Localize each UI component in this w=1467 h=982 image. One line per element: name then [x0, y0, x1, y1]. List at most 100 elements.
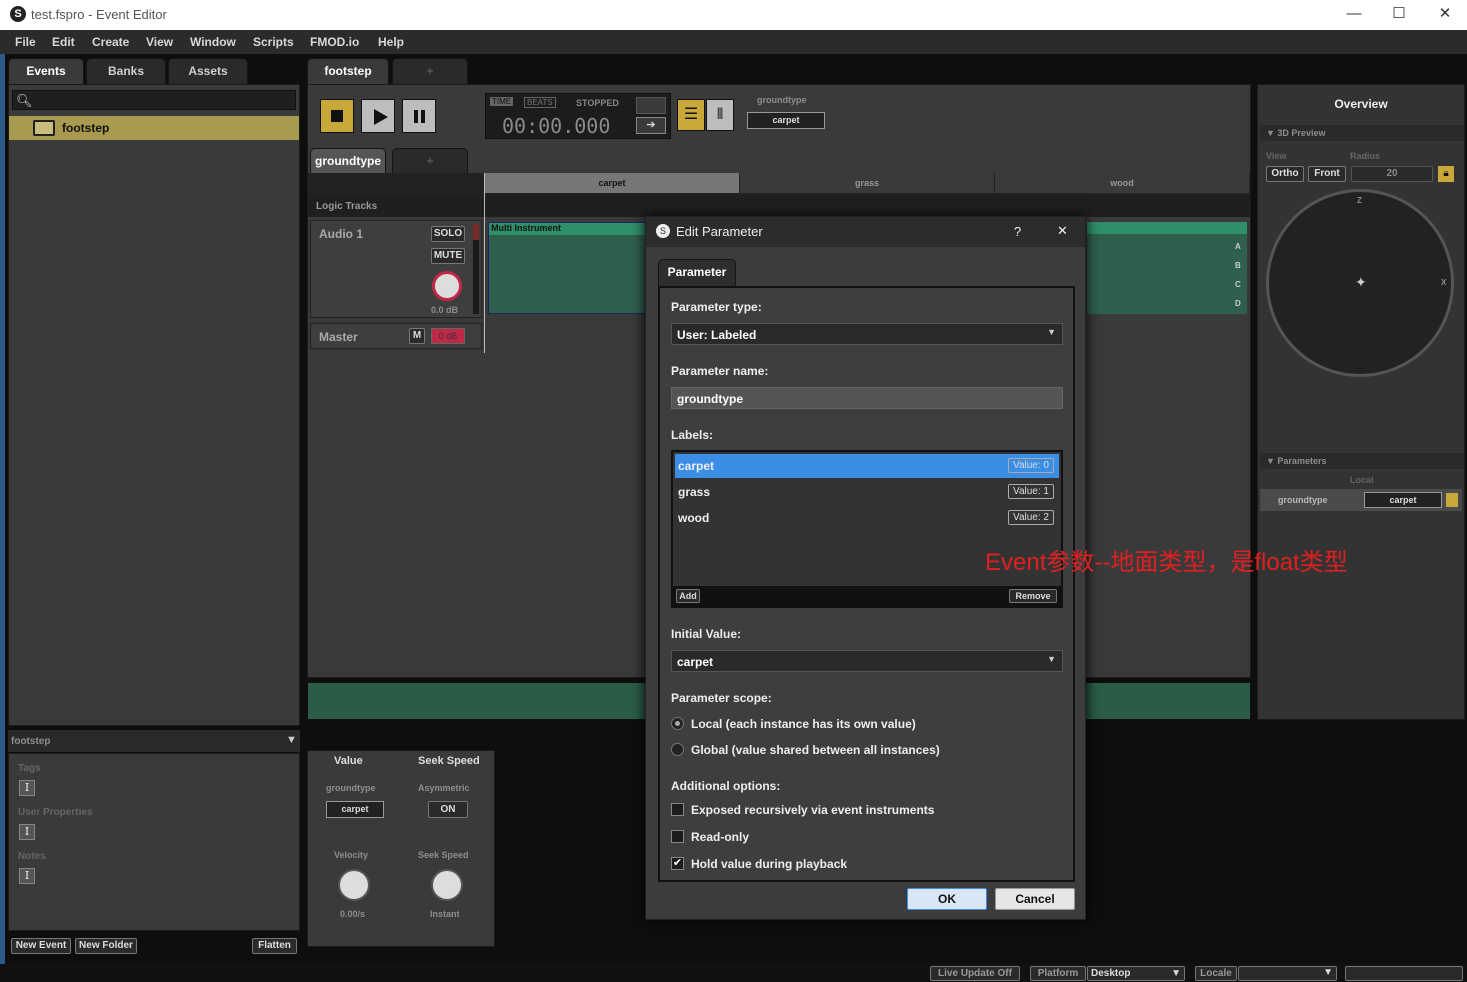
menu-window[interactable]: Window: [190, 35, 236, 49]
master-volume[interactable]: 0 dB: [431, 328, 465, 344]
front-button[interactable]: Front: [1308, 166, 1346, 182]
collapse-icon[interactable]: ▼: [286, 734, 297, 746]
tab-assets[interactable]: Assets: [168, 58, 248, 84]
play-icon: [374, 109, 388, 125]
tab-footstep[interactable]: footstep: [307, 58, 389, 84]
overview-param-row[interactable]: groundtype carpet: [1260, 489, 1462, 511]
beats-mode-button[interactable]: BEATS: [524, 97, 556, 108]
list-view-icon[interactable]: ☰: [677, 99, 705, 131]
initial-value-select[interactable]: carpet ▼: [671, 650, 1063, 672]
seek-speed-value: Instant: [430, 909, 460, 919]
exposed-checkbox[interactable]: [671, 803, 684, 816]
overview-param-value[interactable]: carpet: [1364, 492, 1442, 508]
label-wood[interactable]: wood: [995, 173, 1249, 193]
maximize-button[interactable]: ☐: [1388, 4, 1410, 26]
label-row-wood[interactable]: wood Value: 2: [675, 506, 1059, 530]
platform-select[interactable]: Desktop ▼: [1087, 966, 1185, 981]
ok-button[interactable]: OK: [907, 888, 987, 910]
help-button[interactable]: ?: [1014, 224, 1021, 239]
grid-view-icon[interactable]: ⦀: [706, 99, 734, 131]
tab-groundtype[interactable]: groundtype: [310, 148, 386, 174]
menu-fmodio[interactable]: FMOD.io: [310, 35, 359, 49]
menu-view[interactable]: View: [146, 35, 173, 49]
tab-events[interactable]: Events: [8, 58, 84, 84]
cancel-button[interactable]: Cancel: [995, 888, 1075, 910]
tab-banks[interactable]: Banks: [86, 58, 166, 84]
label-grass[interactable]: grass: [740, 173, 994, 193]
param-tab-add[interactable]: +: [392, 148, 468, 174]
menu-create[interactable]: Create: [92, 35, 129, 49]
volume-db: 0.0 dB: [431, 305, 459, 315]
dialog-close-button[interactable]: ✕: [1057, 223, 1068, 239]
tab-add[interactable]: +: [392, 58, 468, 84]
multi-instrument-title: Multi Instrument: [489, 223, 645, 235]
text-edit-icon[interactable]: I: [19, 868, 35, 884]
label-carpet[interactable]: carpet: [485, 173, 739, 193]
radius-input[interactable]: 20: [1351, 166, 1433, 182]
stop-button[interactable]: [320, 99, 354, 133]
local-label: Local: [1350, 475, 1374, 485]
parameter-name-field[interactable]: groundtype: [671, 387, 1063, 409]
asymmetric-toggle[interactable]: ON: [428, 801, 468, 818]
locale-select[interactable]: ▼: [1238, 966, 1337, 981]
scope-local-radio[interactable]: [671, 717, 684, 730]
flatten-button[interactable]: Flatten: [252, 938, 297, 954]
3d-preview-sphere[interactable]: Z X ✦: [1266, 189, 1454, 377]
pause-button[interactable]: [402, 99, 436, 133]
menu-help[interactable]: Help: [378, 35, 404, 49]
initial-value: carpet: [677, 655, 714, 669]
velocity-knob[interactable]: [338, 869, 370, 901]
ortho-button[interactable]: Ortho: [1266, 166, 1304, 182]
label-name: wood: [678, 511, 710, 525]
label-value-badge[interactable]: Value: 1: [1008, 484, 1054, 499]
minimize-button[interactable]: —: [1343, 4, 1365, 26]
new-event-button[interactable]: New Event: [11, 938, 71, 954]
stop-icon: [331, 110, 343, 122]
solo-button[interactable]: SOLO: [431, 226, 465, 242]
deck-param-value[interactable]: carpet: [326, 801, 384, 818]
menu-file[interactable]: File: [15, 35, 36, 49]
mute-button[interactable]: MUTE: [431, 248, 465, 264]
text-edit-icon[interactable]: I: [19, 824, 35, 840]
label-value-badge[interactable]: Value: 2: [1008, 510, 1054, 525]
multi-instrument[interactable]: Multi Instrument: [488, 222, 646, 314]
search-input[interactable]: 🔍︎: [12, 90, 296, 110]
parameter-type-select[interactable]: User: Labeled ▼: [671, 323, 1063, 345]
hold-value-checkbox[interactable]: ✔: [671, 857, 684, 870]
follow-button[interactable]: ➔: [636, 117, 666, 134]
scope-global-radio[interactable]: [671, 743, 684, 756]
event-item-label: footstep: [62, 121, 110, 135]
name-label: Parameter name:: [671, 364, 769, 378]
text-edit-icon[interactable]: I: [19, 780, 35, 796]
event-item-footstep[interactable]: footstep: [9, 116, 299, 140]
remove-label-button[interactable]: Remove: [1009, 589, 1057, 603]
new-folder-button[interactable]: New Folder: [75, 938, 137, 954]
tab-parameter[interactable]: Parameter: [658, 259, 736, 286]
logic-tracks-label: Logic Tracks: [316, 201, 378, 212]
volume-knob[interactable]: [432, 271, 462, 301]
add-label-button[interactable]: Add: [676, 589, 700, 603]
chevron-down-icon: ▼: [1047, 327, 1056, 337]
loop-button[interactable]: [636, 97, 666, 114]
close-window-button[interactable]: ✕: [1434, 4, 1456, 26]
left-edge: [0, 54, 5, 982]
label-value-badge[interactable]: Value: 0: [1008, 458, 1054, 473]
transport-param-name: groundtype: [757, 95, 807, 105]
live-update-button[interactable]: Live Update Off: [930, 966, 1020, 981]
master-mute-button[interactable]: M: [409, 328, 425, 344]
exposed-label: Exposed recursively via event instrument…: [691, 803, 935, 817]
param-color-swatch: [1446, 493, 1458, 507]
lock-icon[interactable]: 🔒︎: [1438, 166, 1454, 182]
label-row-carpet[interactable]: carpet Value: 0: [675, 454, 1059, 478]
label-name: carpet: [678, 459, 715, 473]
user-props-label: User Properties: [18, 807, 93, 818]
menu-edit[interactable]: Edit: [52, 35, 75, 49]
time-mode-button[interactable]: TIME: [490, 97, 514, 106]
transport-param-value[interactable]: carpet: [747, 112, 825, 129]
status-bar: Live Update Off Platform Desktop ▼ Locale…: [0, 964, 1467, 982]
seek-speed-knob[interactable]: [431, 869, 463, 901]
readonly-checkbox[interactable]: [671, 830, 684, 843]
play-button[interactable]: [361, 99, 395, 133]
menu-scripts[interactable]: Scripts: [253, 35, 294, 49]
label-row-grass[interactable]: grass Value: 1: [675, 480, 1059, 504]
